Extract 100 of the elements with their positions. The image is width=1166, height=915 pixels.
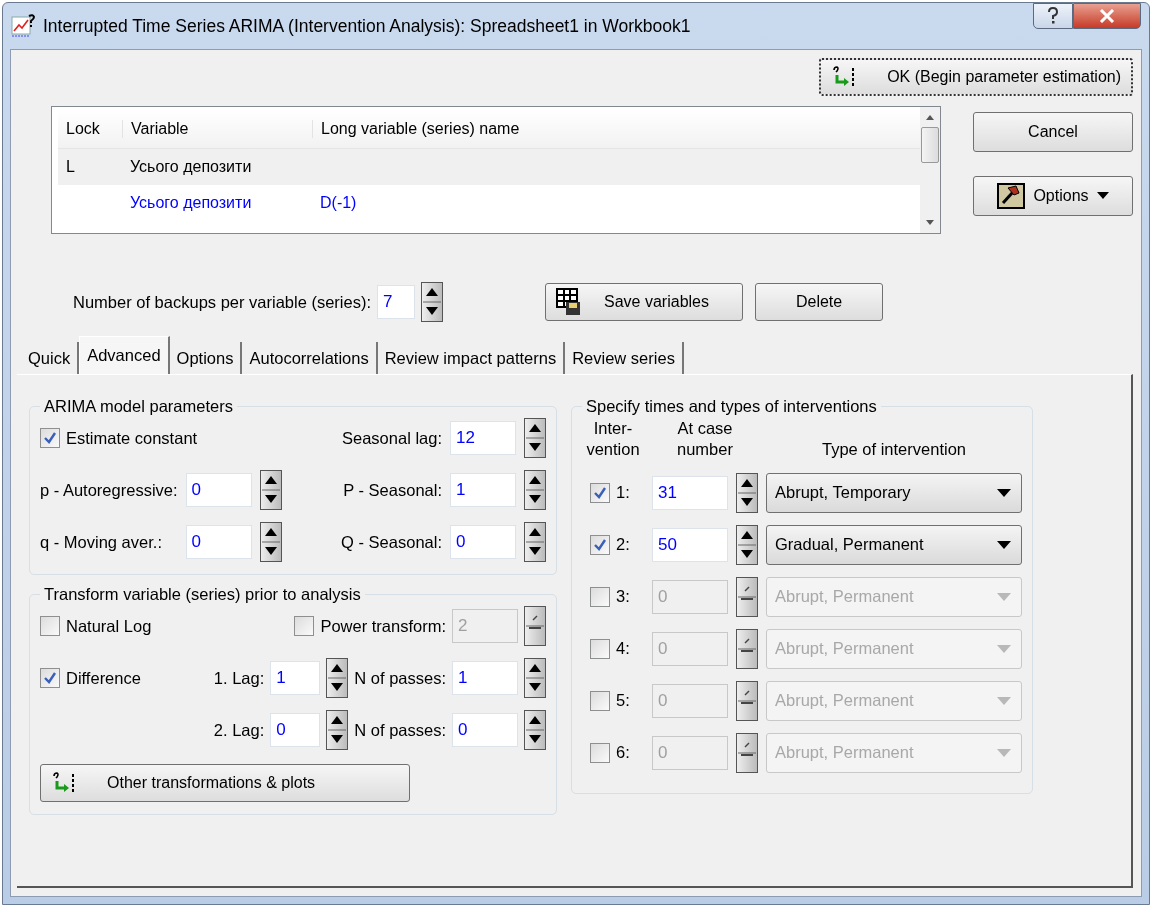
caret-icon [997,696,1011,705]
run-icon [51,771,77,795]
number-field[interactable]: 31 [652,475,728,510]
field-label: Q - Seasonal: [341,532,442,552]
question-mark-icon [1046,7,1060,25]
type-dropdown[interactable]: Gradual, Permanent [766,524,1022,565]
group-title: Transform variable (series) prior to analysis [43,585,362,604]
intervention-number: 5: [616,691,630,711]
field-label: 2. Lag: [213,720,265,740]
grid-disk-icon [556,288,583,316]
checkbox[interactable] [40,616,60,636]
spin-buttons[interactable] [326,710,349,750]
other-transformations-button[interactable]: Other transformations & plots [40,764,410,802]
caret-icon [997,488,1011,497]
spin-buttons[interactable] [736,628,758,669]
number-field[interactable]: 50 [652,527,728,562]
down-arrow-icon[interactable] [924,219,936,227]
type-dropdown[interactable]: Abrupt, Temporary [766,472,1022,513]
options-button[interactable]: Options [973,176,1133,216]
spin-buttons[interactable] [524,522,546,562]
field-label: P - Seasonal: [343,480,442,500]
number-field[interactable]: 1 [270,661,321,695]
hammer-icon [997,183,1026,209]
number-field[interactable]: 0 [185,473,252,507]
number-field[interactable]: 12 [450,421,516,455]
checkbox[interactable] [40,428,60,448]
intervention-number: 1: [616,483,630,503]
window-title: Interrupted Time Series ARIMA (Intervention Analysis): Spreadsheet1 in Workbook1 [43,15,691,37]
intervention-number: 4: [616,639,630,659]
number-field[interactable]: 1 [450,473,516,507]
number-field[interactable]: 0 [452,713,518,747]
column-header[interactable]: Variable [122,119,312,138]
field-label: 1. Lag: [213,668,265,688]
column-header: At case number [676,418,734,461]
checkbox-label: Estimate constant [66,428,198,448]
ok-button[interactable]: OK (Begin parameter estimation) [819,58,1133,96]
checkbox[interactable] [590,586,610,607]
field-label: N of passes: [354,720,446,740]
field-label: Seasonal lag: [342,428,442,448]
up-arrow-icon[interactable] [924,113,936,121]
checkbox-label: Power transform: [320,616,446,636]
intervention-number: 3: [616,587,630,607]
caret-icon [997,644,1011,653]
spin-buttons[interactable] [524,658,546,698]
field-label: q - Moving aver.: [40,532,163,552]
tab[interactable]: Advanced [79,336,170,374]
caret-icon [1096,192,1109,200]
close-icon [1099,9,1115,23]
caret-icon [997,592,1011,601]
spin-buttons[interactable] [524,470,546,510]
checkbox[interactable] [590,742,610,763]
column-header: Inter- vention [585,418,641,461]
save-variables-button[interactable]: Save variables [545,283,744,321]
caret-icon [997,748,1011,757]
spin-buttons[interactable] [736,472,758,513]
spin-buttons[interactable] [736,732,758,773]
cancel-button[interactable]: Cancel [973,112,1133,152]
number-field[interactable]: 0 [270,713,321,747]
spin-buttons[interactable] [524,418,546,458]
checkbox-label: Natural Log [66,616,152,636]
checkbox[interactable] [590,690,610,711]
field-label: p - Autoregressive: [40,480,178,500]
column-header: Type of intervention [821,439,967,461]
number-field[interactable]: 7 [377,285,416,319]
column-header[interactable]: Lock [58,119,122,138]
spin-buttons[interactable] [524,710,546,750]
chart-icon [11,14,37,38]
spin-buttons[interactable] [736,524,758,565]
help-button[interactable] [1033,3,1073,29]
long-name: D(-1) [320,194,357,211]
spin-buttons[interactable] [259,522,282,562]
number-field[interactable]: 0 [450,525,516,559]
checkbox[interactable] [590,482,610,503]
number-field[interactable]: 0 [185,525,252,559]
spin-buttons[interactable] [736,680,758,721]
variable-row[interactable]: Усього депозити D(-1) [58,185,920,221]
variable-name: Усього депозити [130,194,252,211]
backups-label: Number of backups per variable (series): [73,292,372,312]
intervention-number: 2: [616,535,630,555]
lock-cell: L [66,158,75,175]
intervention-number: 6: [616,743,630,763]
spin-buttons[interactable] [421,282,444,322]
number-field[interactable]: 1 [452,661,518,695]
spin-buttons[interactable] [524,606,546,646]
checkbox-label: Difference [66,668,141,688]
checkbox[interactable] [590,534,610,555]
group-title: ARIMA model parameters [43,397,234,416]
spin-buttons[interactable] [259,470,282,510]
delete-button[interactable]: Delete [755,283,884,321]
scrollbar[interactable] [920,107,940,233]
checkbox[interactable] [590,638,610,659]
checkbox[interactable] [40,668,60,688]
variable-name: Усього депозити [130,158,252,175]
close-button[interactable] [1073,3,1141,29]
caret-icon [997,540,1011,549]
group-title: Specify times and types of interventions [585,397,878,416]
spin-buttons[interactable] [326,658,349,698]
variable-row[interactable]: L Усього депозити [58,149,920,185]
spin-buttons[interactable] [736,576,758,617]
checkbox[interactable] [294,616,315,636]
